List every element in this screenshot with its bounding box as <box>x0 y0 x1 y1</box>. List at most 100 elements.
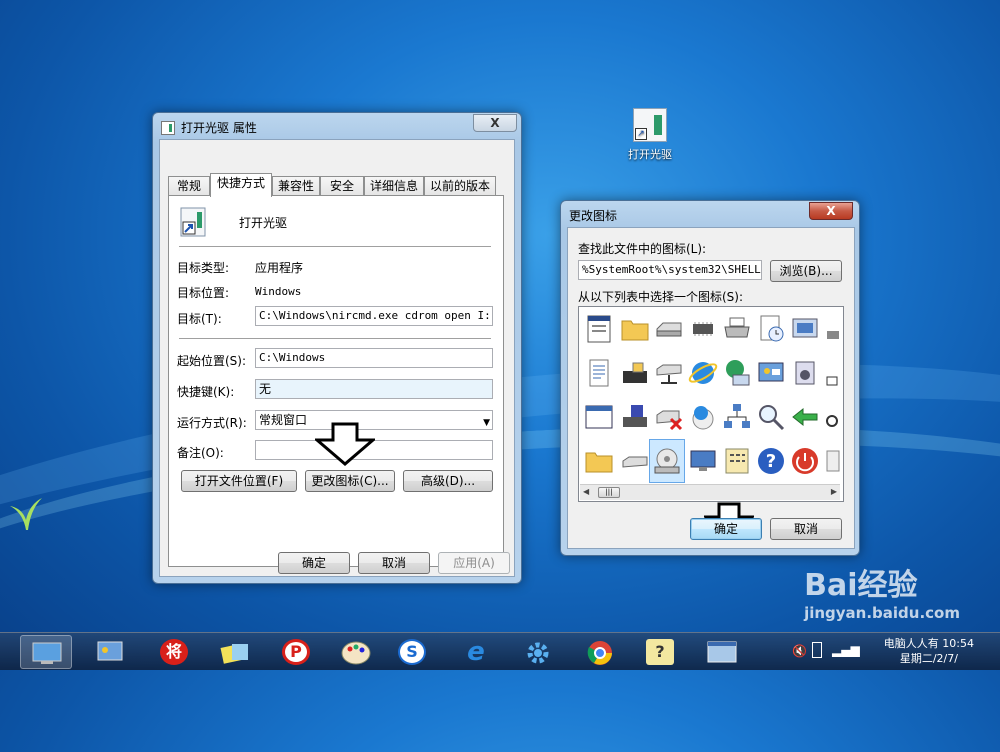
search-icon[interactable] <box>755 401 787 433</box>
taskbar-app-files[interactable] <box>210 635 262 669</box>
window-icon[interactable] <box>583 401 615 433</box>
hotkey-field[interactable]: 无 <box>255 379 493 399</box>
help-icon[interactable]: ? <box>755 445 787 477</box>
jiang-icon: 将 <box>160 639 188 665</box>
target-location-value: Windows <box>255 285 302 298</box>
shortcut-tab-panel: 打开光驱 目标类型: 应用程序 目标位置: Windows 目标(T): C:\… <box>168 195 504 567</box>
s-app-icon: S <box>398 639 426 665</box>
shortcut-icon <box>180 207 206 237</box>
browse-button[interactable]: 浏览(B)... <box>770 260 842 282</box>
shortcut-name: 打开光驱 <box>239 216 288 230</box>
folder-icon[interactable] <box>583 445 615 477</box>
floppy-drive-icon[interactable] <box>619 401 651 433</box>
network-icon[interactable] <box>721 401 753 433</box>
drive-delete-icon[interactable] <box>653 401 685 433</box>
folder-icon[interactable] <box>619 313 651 345</box>
target-field[interactable]: C:\Windows\nircmd.exe cdrom open I: <box>255 306 493 326</box>
scroll-right-icon[interactable]: ▶ <box>831 487 837 496</box>
advanced-button[interactable]: 高级(D)... <box>403 470 493 492</box>
run-select-value: 常规窗口 <box>259 413 308 427</box>
change-icon-title: 更改图标 <box>569 209 618 223</box>
back-arrow-icon[interactable] <box>789 401 821 433</box>
svg-text:?: ? <box>766 451 776 472</box>
taskbar-app-jiang[interactable]: 将 <box>148 635 200 669</box>
computer-monitor-icon[interactable] <box>687 445 719 477</box>
tab-previous-versions[interactable]: 以前的版本 <box>424 176 496 196</box>
tab-shortcut[interactable]: 快捷方式 <box>210 173 272 197</box>
tab-compatibility[interactable]: 兼容性 <box>272 176 320 196</box>
change-icon-button[interactable]: 更改图标(C)... <box>305 470 395 492</box>
document-window-icon[interactable] <box>583 313 615 345</box>
horizontal-scrollbar[interactable]: ◀ ||| ▶ <box>580 484 840 500</box>
open-file-location-button[interactable]: 打开文件位置(F) <box>181 470 297 492</box>
target-type-label: 目标类型: <box>177 261 230 275</box>
close-button[interactable]: X <box>809 202 853 220</box>
shortcut-icon <box>161 121 175 135</box>
annotation-down-arrow-icon <box>315 422 375 466</box>
cancel-button[interactable]: 取消 <box>770 518 842 540</box>
sticky-notes-icon <box>220 644 248 664</box>
window-icon <box>707 641 737 663</box>
properties-client: 常规 快捷方式 兼容性 安全 详细信息 以前的版本 打开光驱 目标类型: 应用程… <box>159 139 515 577</box>
taskbar-help[interactable]: ? <box>634 635 686 669</box>
close-button[interactable]: X <box>473 114 517 132</box>
power-tray-icon[interactable] <box>812 642 822 658</box>
control-panel-icon[interactable] <box>755 357 787 389</box>
cancel-button[interactable]: 取消 <box>358 552 430 574</box>
taskbar-app-s[interactable]: S <box>386 635 438 669</box>
apply-button[interactable]: 应用(A) <box>438 552 510 574</box>
chip-icon[interactable] <box>687 313 719 345</box>
taskbar-paint[interactable] <box>330 635 382 669</box>
icon-path-field[interactable]: %SystemRoot%\system32\SHELL32. <box>578 260 762 280</box>
shortcut-icon: ↗ <box>633 108 667 142</box>
tab-general[interactable]: 常规 <box>168 176 210 196</box>
globe-cd-icon[interactable] <box>687 401 719 433</box>
taskbar-app-p[interactable]: P <box>270 635 322 669</box>
partial-icon[interactable] <box>823 313 841 345</box>
system-tray: 🔇 ▂▄▆ 电脑人人有 10:54 星期二/2/7/ <box>790 633 1000 671</box>
taskbar: 将 P S e ? 🔇 ▂▄▆ 电脑人人有 10:54 星期二/2/7/ <box>0 632 1000 670</box>
text-document-icon[interactable] <box>583 357 615 389</box>
clock[interactable]: 电脑人人有 10:54 星期二/2/7/ <box>884 636 974 666</box>
start-in-label: 起始位置(S): <box>177 354 247 368</box>
calculator-icon[interactable] <box>721 445 753 477</box>
signal-icon[interactable]: ▂▄▆ <box>832 643 860 657</box>
taskbar-internet-explorer[interactable]: e <box>450 635 502 669</box>
cd-drive-icon[interactable] <box>651 445 683 477</box>
taskbar-chrome[interactable] <box>574 635 626 669</box>
drive-icon[interactable] <box>653 313 685 345</box>
taskbar-show-desktop[interactable] <box>20 635 72 669</box>
properties-window: 打开光驱 属性 X 常规 快捷方式 兼容性 安全 详细信息 以前的版本 打开光驱… <box>152 112 522 584</box>
globe-computer-icon[interactable] <box>721 357 753 389</box>
ok-button[interactable]: 确定 <box>278 552 350 574</box>
monitor-icon[interactable] <box>789 313 821 345</box>
power-icon[interactable] <box>789 445 821 477</box>
internet-explorer-icon[interactable] <box>687 357 719 389</box>
volume-muted-icon[interactable]: 🔇 <box>792 644 807 658</box>
taskbar-window[interactable] <box>696 635 748 669</box>
printer-icon[interactable] <box>721 313 753 345</box>
speaker-icon[interactable] <box>789 357 821 389</box>
scroll-left-icon[interactable]: ◀ <box>583 487 589 496</box>
gear-icon <box>527 642 549 664</box>
network-drive-icon[interactable] <box>653 357 685 389</box>
tab-details[interactable]: 详细信息 <box>364 176 424 196</box>
taskbar-control-panel[interactable] <box>84 635 136 669</box>
target-location-label: 目标位置: <box>177 286 230 300</box>
scroll-thumb[interactable]: ||| <box>598 487 620 498</box>
tab-security[interactable]: 安全 <box>320 176 364 196</box>
desktop-shortcut-open-drive[interactable]: ↗ 打开光驱 <box>620 108 680 162</box>
drive-icon[interactable] <box>619 445 651 477</box>
clock-document-icon[interactable] <box>755 313 787 345</box>
icon-list[interactable]: ? ◀ ||| ▶ <box>578 306 844 502</box>
disk-drive-icon[interactable] <box>619 357 651 389</box>
hotkey-label: 快捷键(K): <box>177 385 235 399</box>
taskbar-settings[interactable] <box>512 635 564 669</box>
start-in-field[interactable]: C:\Windows <box>255 348 493 368</box>
target-label: 目标(T): <box>177 312 222 326</box>
partial-icon[interactable] <box>823 445 841 477</box>
partial-icon[interactable] <box>823 357 841 389</box>
partial-icon[interactable] <box>823 401 841 433</box>
ok-button[interactable]: 确定 <box>690 518 762 540</box>
change-icon-dialog: 更改图标 X 查找此文件中的图标(L): %SystemRoot%\system… <box>560 200 860 556</box>
